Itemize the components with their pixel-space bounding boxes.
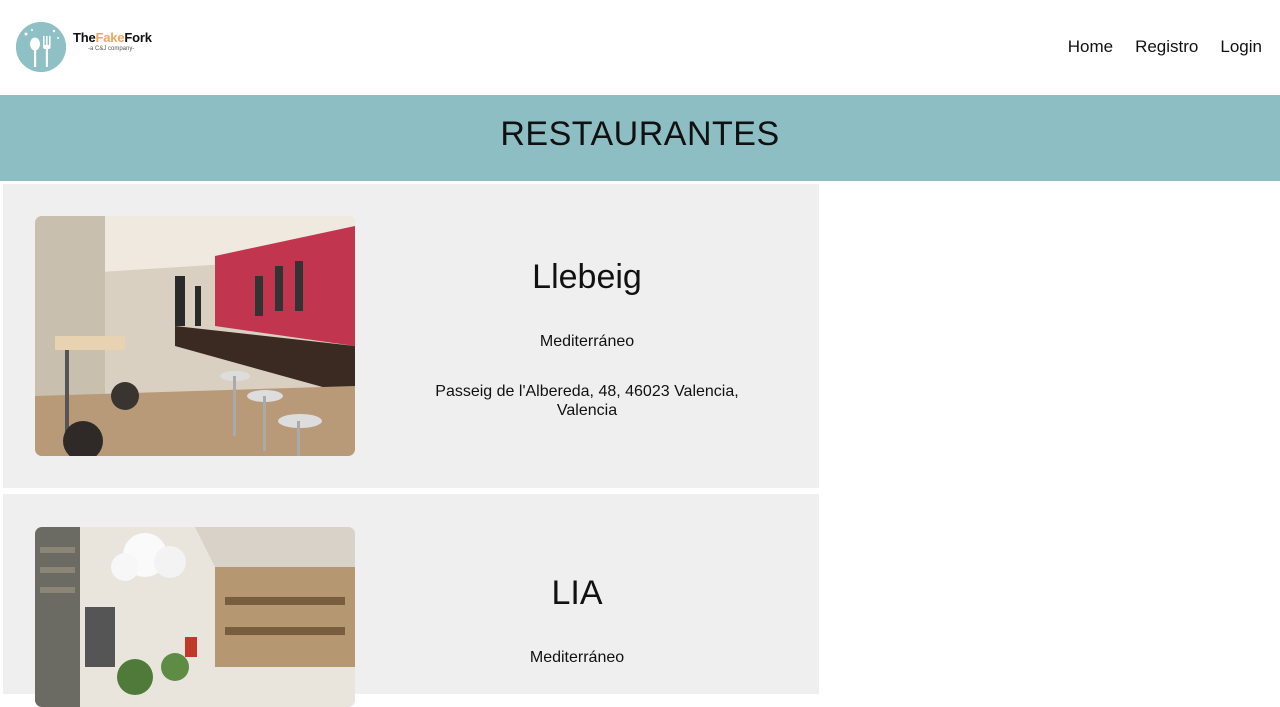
page-title: RESTAURANTES — [500, 115, 780, 153]
fork-spoon-icon — [16, 22, 66, 72]
brand-name: TheFakeFork — [73, 30, 152, 45]
page-header-banner: RESTAURANTES — [0, 95, 1280, 181]
nav-registro-link[interactable]: Registro — [1135, 37, 1198, 57]
restaurant-name[interactable]: LIA — [383, 574, 771, 613]
brand-tagline: -a C&J company- — [88, 46, 135, 52]
restaurant-cuisine: Mediterráneo — [529, 649, 625, 666]
restaurant-cuisine: Mediterráneo — [539, 333, 635, 350]
restaurant-address: Passeig de l'Albereda, 48, 46023 Valenci… — [435, 383, 739, 419]
nav-home-link[interactable]: Home — [1068, 37, 1113, 57]
restaurant-card[interactable]: LIA Mediterráneo — [3, 494, 819, 707]
restaurant-photo[interactable] — [35, 216, 355, 456]
restaurant-name[interactable]: Llebeig — [403, 258, 771, 297]
restaurant-photo[interactable] — [35, 527, 355, 707]
restaurant-info: Llebeig Mediterráneo Passeig de l'Albere… — [403, 258, 771, 420]
navbar: TheFakeFork -a C&J company- Home Registr… — [0, 0, 1280, 95]
site-logo[interactable]: TheFakeFork -a C&J company- — [16, 22, 166, 72]
restaurant-card[interactable]: Llebeig Mediterráneo Passeig de l'Albere… — [3, 184, 819, 488]
main-nav: Home Registro Login — [1068, 37, 1262, 57]
nav-login-link[interactable]: Login — [1220, 37, 1262, 57]
restaurant-info: LIA Mediterráneo — [403, 574, 771, 667]
